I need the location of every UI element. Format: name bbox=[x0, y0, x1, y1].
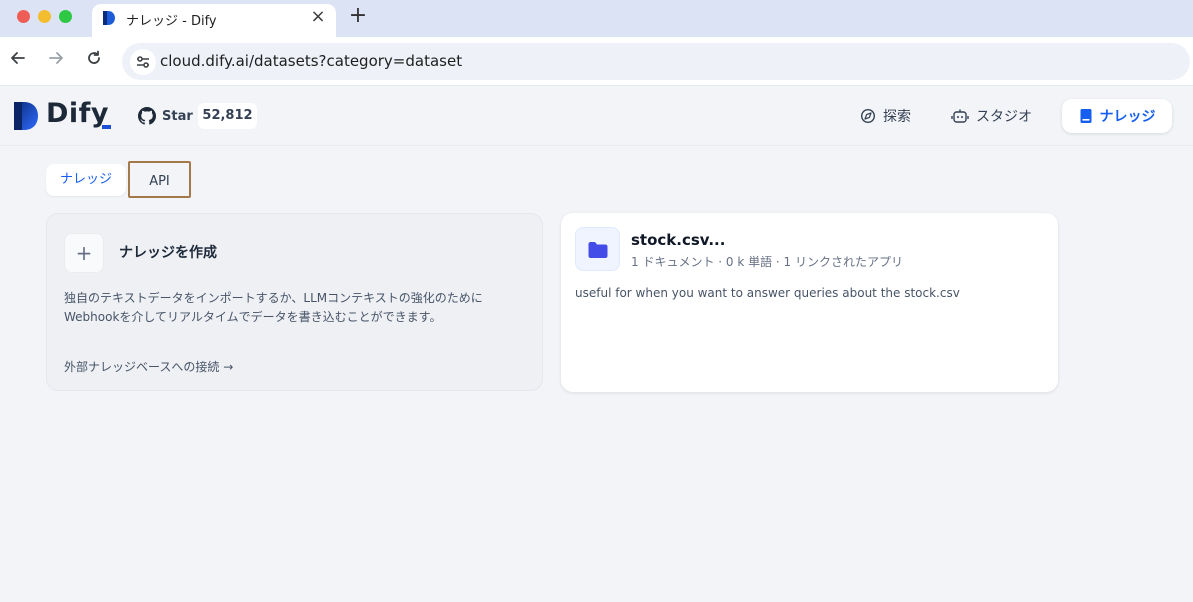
address-bar-row: cloud.dify.ai/datasets?category=dataset bbox=[0, 37, 1193, 86]
url-text[interactable]: cloud.dify.ai/datasets?category=dataset bbox=[160, 52, 462, 70]
nav-explore-label: 探索 bbox=[883, 109, 911, 125]
tab-api[interactable]: API bbox=[128, 161, 191, 198]
logo-wordmark[interactable]: Dify bbox=[46, 98, 109, 129]
tab-knowledge[interactable]: ナレッジ bbox=[46, 164, 126, 196]
browser-tabstrip: ナレッジ - Dify × + bbox=[0, 0, 1193, 37]
site-settings-icon[interactable] bbox=[130, 49, 156, 75]
nav-studio-label: スタジオ bbox=[976, 109, 1032, 125]
connect-external-knowledge-link[interactable]: 外部ナレッジベースへの接続 → bbox=[64, 358, 233, 375]
dify-logo-icon[interactable] bbox=[12, 100, 40, 132]
url-bar[interactable]: cloud.dify.ai/datasets?category=dataset bbox=[122, 43, 1190, 80]
robot-icon bbox=[951, 109, 969, 123]
plus-icon: + bbox=[64, 233, 104, 273]
nav-knowledge-label: ナレッジ bbox=[1099, 109, 1156, 125]
browser-tab-active[interactable]: ナレッジ - Dify × bbox=[92, 4, 336, 37]
close-window-button[interactable] bbox=[17, 10, 30, 23]
forward-arrow-icon[interactable] bbox=[44, 49, 68, 73]
browser-tab-title: ナレッジ - Dify bbox=[126, 14, 217, 29]
reload-icon[interactable] bbox=[82, 49, 106, 73]
dataset-name: stock.csv... bbox=[631, 231, 726, 249]
back-arrow-icon[interactable] bbox=[6, 49, 30, 73]
create-knowledge-title: ナレッジを作成 bbox=[119, 245, 217, 261]
create-knowledge-description: 独自のテキストデータをインポートするか、LLMコンテキストの強化のためにWebh… bbox=[64, 291, 483, 324]
dataset-meta: 1 ドキュメント · 0 k 単語 · 1 リンクされたアプリ bbox=[631, 255, 903, 269]
app-header: Dify Star 52,812 探索 スタジオ ナレッジ bbox=[0, 86, 1193, 146]
folder-icon bbox=[575, 227, 620, 271]
maximize-window-button[interactable] bbox=[59, 10, 72, 23]
create-knowledge-card[interactable]: + ナレッジを作成 独自のテキストデータをインポートするか、LLMコンテキストの… bbox=[46, 213, 543, 391]
nav-knowledge[interactable]: ナレッジ bbox=[1062, 99, 1172, 133]
nav-explore[interactable]: 探索 bbox=[850, 99, 921, 133]
github-star-button[interactable]: Star bbox=[138, 103, 193, 129]
github-star-count[interactable]: 52,812 bbox=[198, 103, 257, 129]
nav-studio[interactable]: スタジオ bbox=[941, 99, 1042, 133]
minimize-window-button[interactable] bbox=[38, 10, 51, 23]
compass-icon bbox=[860, 108, 876, 124]
github-icon bbox=[138, 107, 156, 125]
dify-favicon-icon bbox=[103, 11, 115, 25]
book-icon bbox=[1080, 109, 1091, 123]
new-tab-icon[interactable]: + bbox=[346, 5, 370, 29]
github-star-label: Star bbox=[162, 108, 193, 124]
close-tab-icon[interactable]: × bbox=[308, 7, 328, 27]
logo-cursor bbox=[102, 125, 111, 129]
dataset-description: useful for when you want to answer queri… bbox=[575, 286, 960, 300]
dataset-card[interactable]: stock.csv... 1 ドキュメント · 0 k 単語 · 1 リンクされ… bbox=[561, 213, 1058, 392]
